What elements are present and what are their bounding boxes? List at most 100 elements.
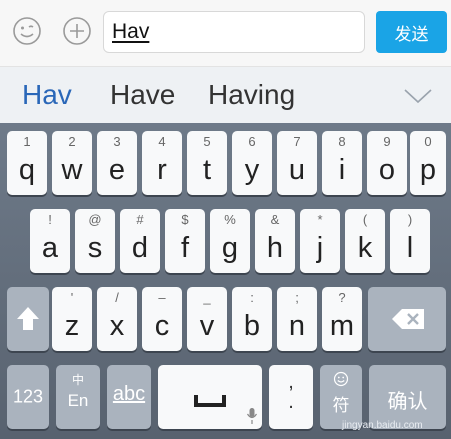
key-hint: @ <box>88 212 102 227</box>
shift-arrow-icon <box>17 307 39 330</box>
key-hint: ; <box>295 290 299 305</box>
key-char: k <box>357 232 373 264</box>
key-p[interactable]: 0p <box>410 131 446 195</box>
key-hint: ? <box>338 290 346 305</box>
key-hint: ' <box>70 290 74 305</box>
key-h[interactable]: & h <box>255 209 295 273</box>
key-i[interactable]: 8i <box>322 131 362 195</box>
key-char: j <box>316 232 324 264</box>
key-hint: 3 <box>113 134 121 149</box>
punctuation-key[interactable]: , . <box>269 365 313 429</box>
numbers-key-label: 123 <box>12 386 44 407</box>
key-g[interactable]: % g <box>210 209 250 273</box>
key-r[interactable]: 4r <box>142 131 182 195</box>
key-b[interactable]: :b <box>232 287 272 351</box>
key-f[interactable]: $ f <box>165 209 205 273</box>
key-hint: # <box>136 212 144 227</box>
plus-circle-icon[interactable] <box>62 16 92 46</box>
key-char: e <box>108 154 126 186</box>
key-char: s <box>87 232 103 264</box>
key-char: y <box>244 154 260 186</box>
key-char: o <box>378 154 396 186</box>
abc-layout-key[interactable]: abc <box>107 365 151 429</box>
backspace-key[interactable] <box>368 287 446 351</box>
lang-chinese-label: 中 <box>71 373 84 387</box>
smiley-icon[interactable] <box>12 16 42 46</box>
space-key[interactable] <box>158 365 262 429</box>
key-char: n <box>288 310 306 342</box>
send-button[interactable]: 发送 <box>376 11 447 53</box>
key-char: w <box>61 154 83 186</box>
key-char: a <box>41 232 59 264</box>
watermark: jingyan.baidu.com <box>342 420 423 431</box>
key-s[interactable]: @ s <box>75 209 115 273</box>
key-char: b <box>243 310 261 342</box>
key-hint: * <box>317 212 323 227</box>
period-label: . <box>288 391 294 413</box>
key-hint: ( <box>362 212 368 227</box>
abc-label: abc <box>112 383 146 405</box>
typed-text: Hav <box>112 20 150 43</box>
shift-key[interactable] <box>7 287 49 351</box>
key-char: m <box>329 310 355 342</box>
key-q[interactable]: 1q <box>7 131 47 195</box>
key-a[interactable]: ! a <box>30 209 70 273</box>
key-hint: ! <box>48 212 52 227</box>
key-hint: 2 <box>68 134 76 149</box>
suggestion-item[interactable]: Having <box>208 79 295 111</box>
suggestion-item[interactable]: Hav <box>22 79 72 111</box>
key-hint: – <box>158 290 166 305</box>
key-v[interactable]: _ v <box>187 287 227 351</box>
key-char: t <box>202 154 212 186</box>
key-char: h <box>266 232 284 264</box>
key-d[interactable]: # d <box>120 209 160 273</box>
key-hint: % <box>224 212 236 227</box>
key-char: p <box>419 154 437 186</box>
key-hint: 1 <box>23 134 31 149</box>
chevron-down-icon[interactable] <box>403 87 433 105</box>
key-char: v <box>199 310 215 342</box>
key-t[interactable]: 5t <box>187 131 227 195</box>
key-char: f <box>180 232 190 264</box>
key-m[interactable]: ? m <box>322 287 362 351</box>
key-hint: 0 <box>424 134 432 149</box>
confirm-label: 确认 <box>387 389 428 413</box>
key-hint: ) <box>407 212 413 227</box>
key-hint: 8 <box>338 134 346 149</box>
suggestion-strip: Hav Have Having <box>0 67 451 123</box>
key-hint: 4 <box>158 134 166 149</box>
key-x[interactable]: / x <box>97 287 137 351</box>
message-input-field[interactable]: Hav <box>103 11 365 53</box>
key-hint: $ <box>181 212 189 227</box>
key-char: x <box>109 310 125 342</box>
key-char: r <box>157 154 167 186</box>
key-l[interactable]: ) l <box>390 209 430 273</box>
language-switch-key[interactable]: 中 En <box>56 365 100 429</box>
key-char: d <box>131 232 149 264</box>
numbers-key[interactable]: 123 <box>7 365 49 429</box>
keyboard: 1q 2w 3e 4r 5t 6y 7u 8i 9o 0p ! a @ s # d $… <box>0 123 451 439</box>
key-char: q <box>18 154 36 186</box>
key-c[interactable]: – c <box>142 287 182 351</box>
key-char: g <box>221 232 239 264</box>
key-hint: 5 <box>203 134 211 149</box>
key-u[interactable]: 7u <box>277 131 317 195</box>
key-o[interactable]: 9o <box>367 131 407 195</box>
key-j[interactable]: * j <box>300 209 340 273</box>
key-y[interactable]: 6y <box>232 131 272 195</box>
key-n[interactable]: ; n <box>277 287 317 351</box>
key-hint: 9 <box>383 134 391 149</box>
key-char: c <box>154 310 170 342</box>
lang-english-label: En <box>67 391 89 410</box>
key-hint: : <box>250 290 254 305</box>
smiley-icon <box>333 371 349 387</box>
suggestion-item[interactable]: Have <box>110 79 175 111</box>
key-z[interactable]: ' z <box>52 287 92 351</box>
message-input-bar: Hav 发送 <box>0 0 451 67</box>
key-e[interactable]: 3e <box>97 131 137 195</box>
key-hint: & <box>270 212 280 227</box>
key-char: l <box>406 232 414 264</box>
key-hint: / <box>115 290 119 305</box>
key-w[interactable]: 2w <box>52 131 92 195</box>
key-k[interactable]: (k <box>345 209 385 273</box>
